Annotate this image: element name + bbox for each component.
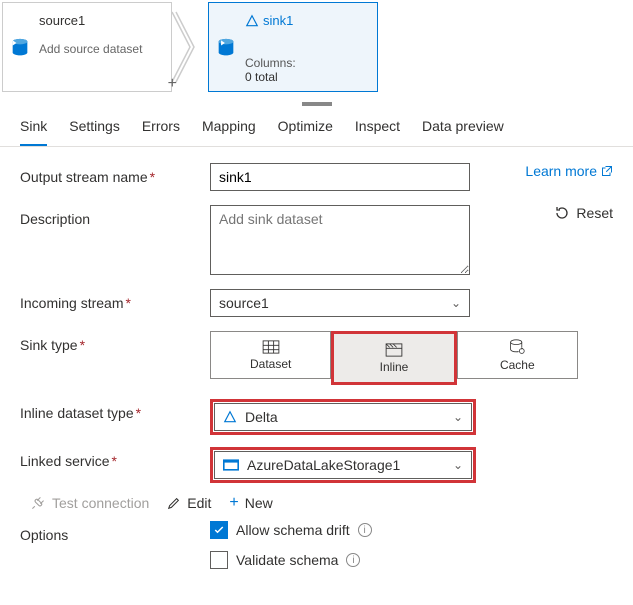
pencil-icon: [167, 496, 181, 510]
test-connection-button: Test connection: [30, 495, 149, 511]
reset-icon: [554, 205, 570, 221]
database-icon: [215, 37, 237, 62]
inline-dataset-type-label: Inline dataset type*: [20, 399, 210, 421]
source-title: source1: [39, 13, 161, 28]
flow-connector: [172, 2, 208, 92]
learn-more-link[interactable]: Learn more: [525, 163, 613, 179]
output-stream-input[interactable]: [210, 163, 470, 191]
grid-icon: [262, 340, 280, 354]
plus-icon: +: [229, 495, 238, 511]
columns-label: Columns:: [245, 56, 367, 70]
linked-service-label: Linked service*: [20, 447, 210, 469]
check-icon: [213, 524, 225, 536]
columns-value: 0 total: [245, 70, 367, 84]
incoming-stream-label: Incoming stream*: [20, 289, 210, 311]
sink-title-row: sink1: [245, 13, 367, 28]
inline-dataset-type-select[interactable]: Delta ⌄: [214, 403, 472, 431]
reset-button[interactable]: Reset: [554, 205, 613, 221]
edit-button[interactable]: Edit: [167, 495, 211, 511]
new-button[interactable]: + New: [229, 495, 272, 511]
source-subtitle: Add source dataset: [39, 42, 161, 56]
description-label: Description: [20, 205, 210, 227]
sink-type-group: Dataset Inline Cache: [210, 331, 578, 385]
incoming-stream-select[interactable]: source1 ⌄: [210, 289, 470, 317]
options-label: Options: [20, 521, 210, 543]
cache-icon: [509, 339, 525, 355]
external-link-icon: [601, 165, 613, 177]
tab-mapping[interactable]: Mapping: [202, 118, 256, 146]
tab-data-preview[interactable]: Data preview: [422, 118, 504, 146]
sink-form: Output stream name* Learn more Descripti…: [0, 147, 633, 605]
sink-title: sink1: [263, 13, 293, 28]
chevron-down-icon: ⌄: [451, 296, 461, 310]
tab-inspect[interactable]: Inspect: [355, 118, 400, 146]
inline-icon: [385, 343, 403, 357]
tab-bar: Sink Settings Errors Mapping Optimize In…: [0, 106, 633, 147]
validate-schema-checkbox[interactable]: [210, 551, 228, 569]
validate-schema-label: Validate schema: [236, 552, 338, 568]
info-icon[interactable]: i: [358, 523, 372, 537]
storage-icon: [223, 459, 239, 471]
sink-node[interactable]: sink1 Columns: 0 total: [208, 2, 378, 92]
output-stream-label: Output stream name*: [20, 163, 210, 185]
linked-service-select[interactable]: AzureDataLakeStorage1 ⌄: [214, 451, 472, 479]
allow-schema-drift-label: Allow schema drift: [236, 522, 350, 538]
flow-diagram: source1 Add source dataset + sink1 Colum…: [0, 0, 633, 92]
tab-errors[interactable]: Errors: [142, 118, 180, 146]
info-icon[interactable]: i: [346, 553, 360, 567]
sink-type-cache[interactable]: Cache: [457, 331, 578, 379]
description-input[interactable]: [210, 205, 470, 275]
source-node[interactable]: source1 Add source dataset +: [2, 2, 172, 92]
delta-icon: [223, 410, 237, 424]
tab-optimize[interactable]: Optimize: [278, 118, 333, 146]
add-step-icon[interactable]: +: [168, 75, 177, 93]
chevron-down-icon: ⌄: [453, 458, 463, 472]
plug-icon: [30, 495, 46, 511]
tab-sink[interactable]: Sink: [20, 118, 47, 146]
sink-type-inline[interactable]: Inline: [334, 334, 453, 382]
sink-type-dataset[interactable]: Dataset: [210, 331, 331, 379]
allow-schema-drift-checkbox[interactable]: [210, 521, 228, 539]
delta-icon: [245, 14, 259, 28]
sink-type-label: Sink type*: [20, 331, 210, 353]
tab-settings[interactable]: Settings: [69, 118, 120, 146]
chevron-down-icon: ⌄: [453, 410, 463, 424]
database-icon: [9, 37, 31, 62]
